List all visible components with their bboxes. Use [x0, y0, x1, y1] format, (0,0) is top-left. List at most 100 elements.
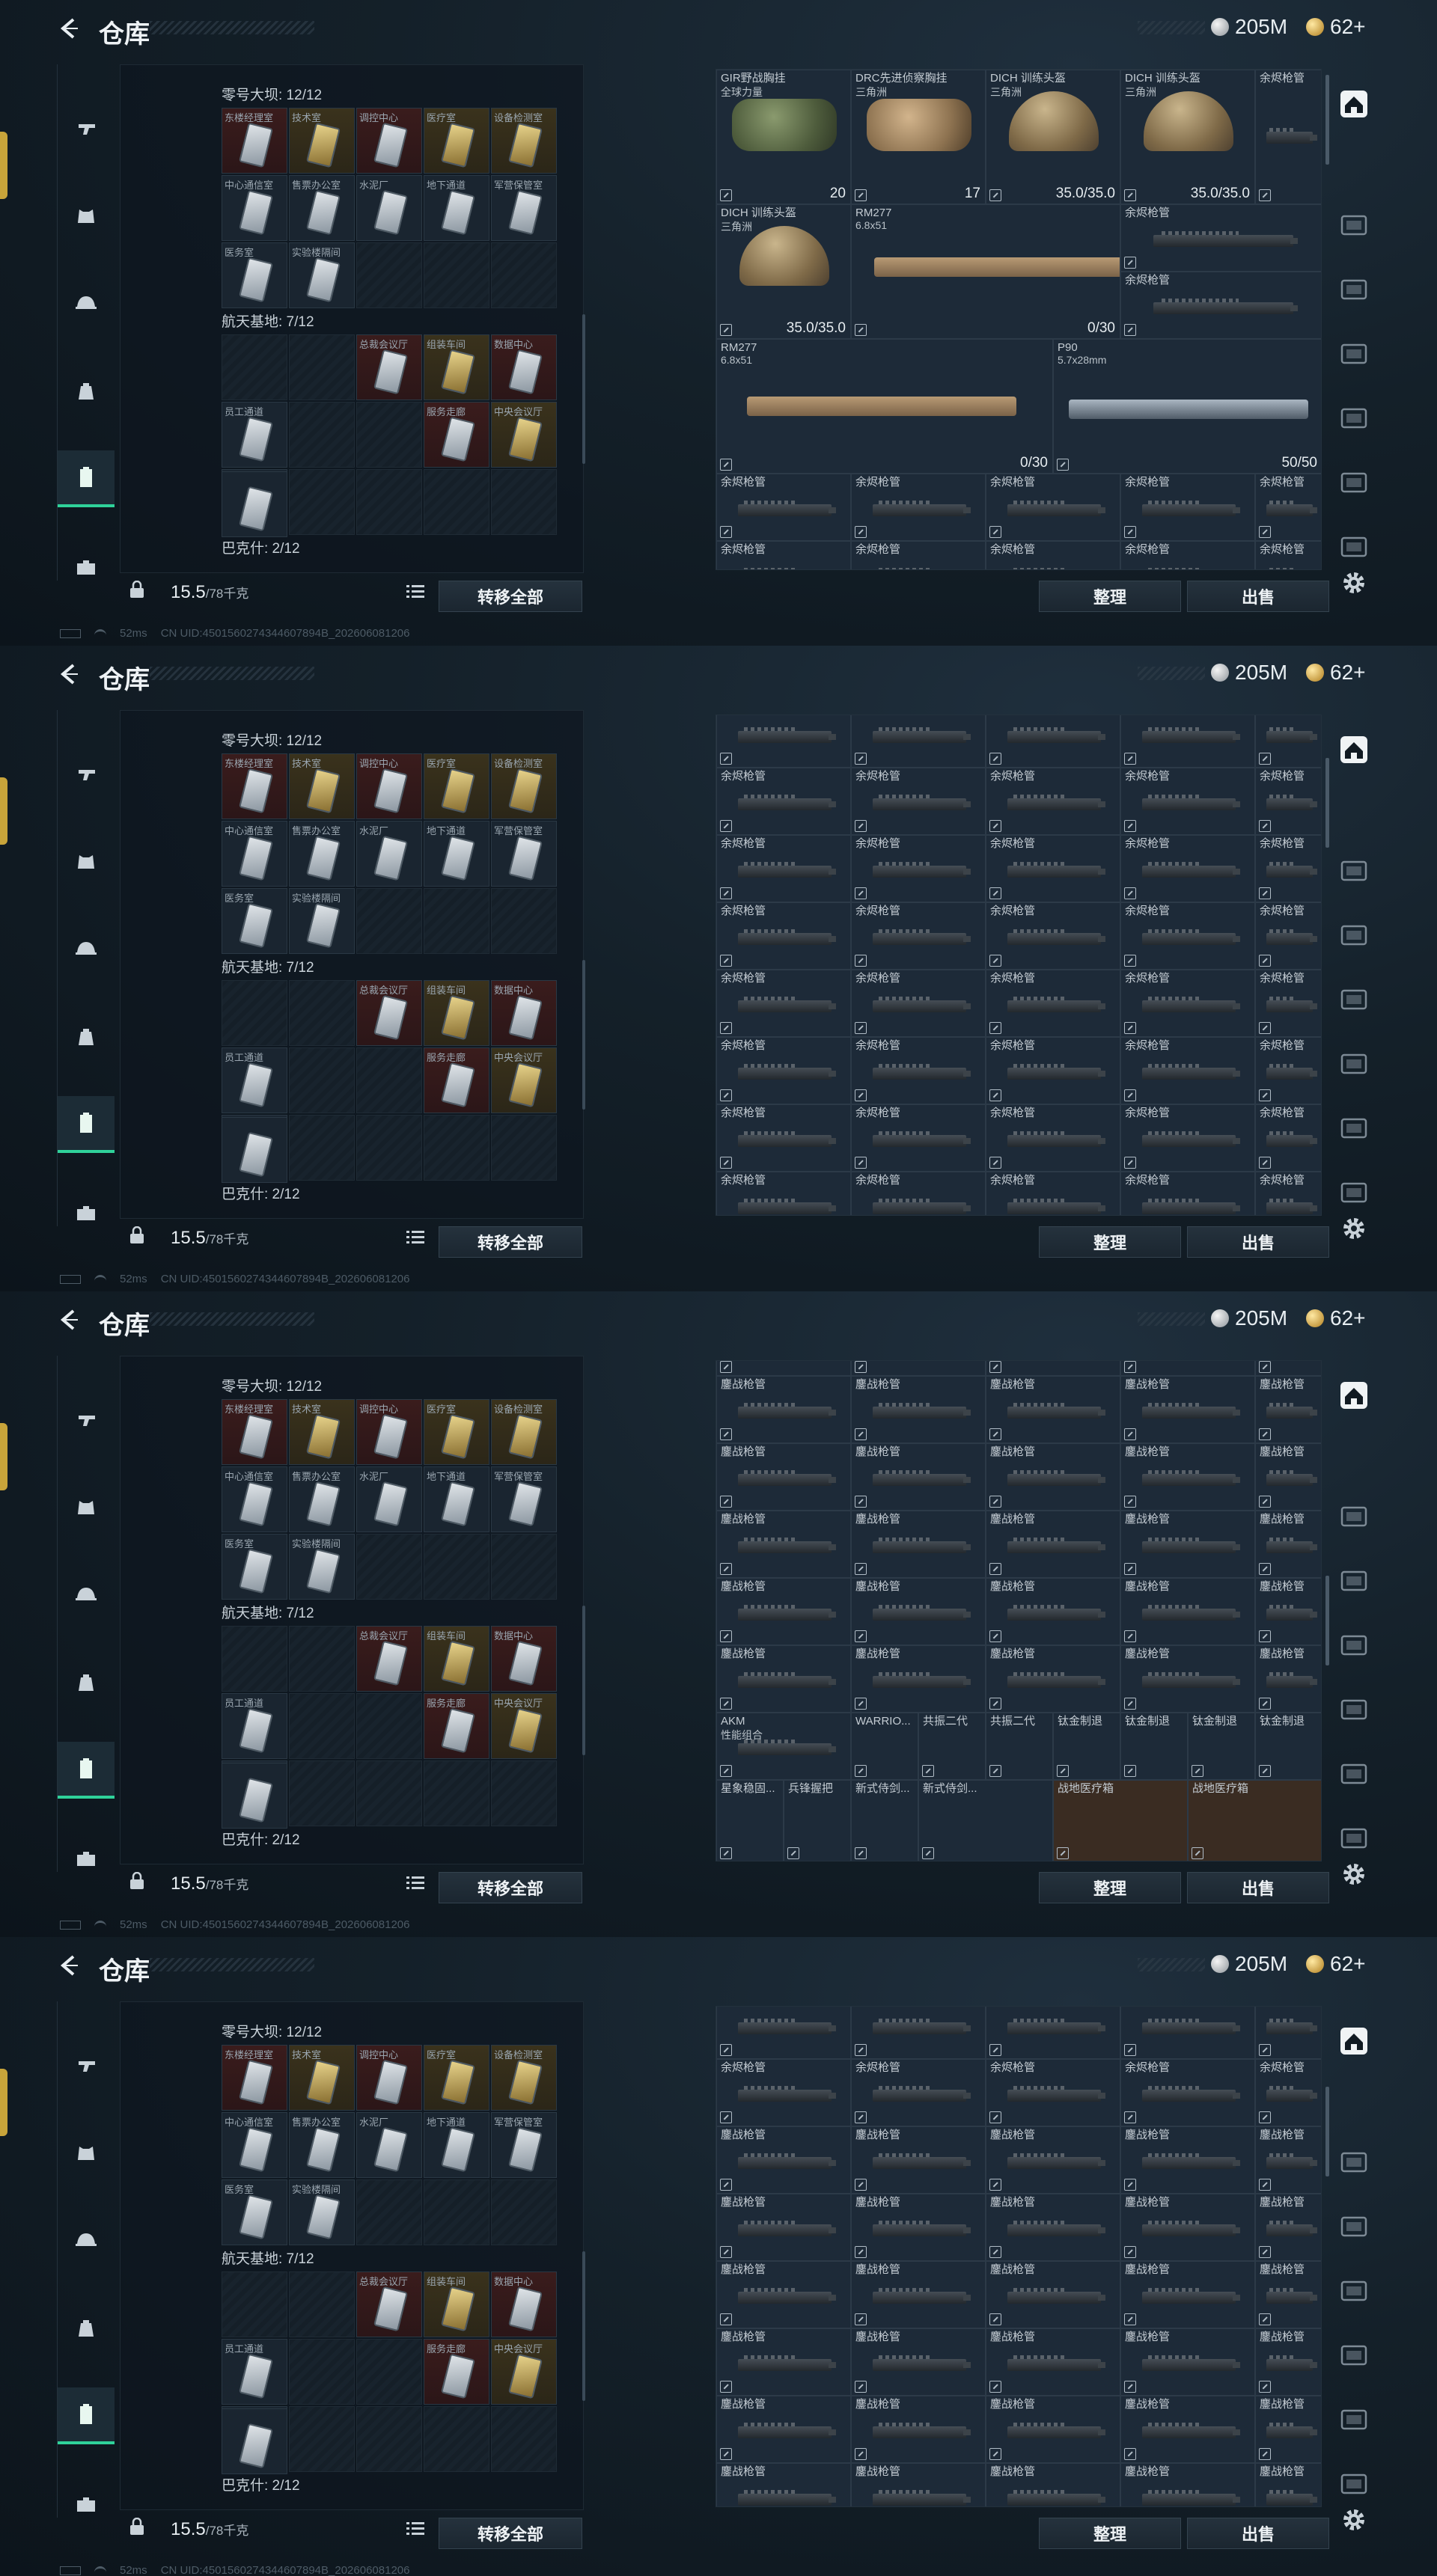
- transfer-all-button[interactable]: 转移全部: [439, 2518, 582, 2549]
- stash-item[interactable]: 鏖战枪管: [1255, 2328, 1321, 2396]
- sidebar-tab-clipboard[interactable]: [58, 2387, 115, 2444]
- stash-item[interactable]: 鏖战枪管: [986, 1511, 1120, 1578]
- stash-item[interactable]: 余烬枪管: [716, 835, 851, 902]
- stash-item[interactable]: 余烬枪管: [1120, 1104, 1255, 1172]
- stash-item[interactable]: 鏖战枪管: [851, 2194, 986, 2261]
- sidebar-tab-helmet[interactable]: [58, 275, 115, 332]
- stash-item[interactable]: 鏖战枪管: [851, 1511, 986, 1578]
- stash-item[interactable]: 余烬枪管: [851, 902, 986, 970]
- key-card-slot[interactable]: [222, 1117, 287, 1183]
- stash-item[interactable]: 余烬枪管: [1255, 1104, 1321, 1172]
- stash-item[interactable]: 鏖战枪管: [986, 2194, 1120, 2261]
- key-card-slot[interactable]: 实验楼隔间: [289, 1534, 355, 1600]
- stash-item[interactable]: WARRIO...: [851, 1713, 918, 1780]
- stash-item[interactable]: 鏖战枪管: [1120, 1645, 1255, 1713]
- stash-item[interactable]: 鏖战枪管: [851, 2126, 986, 2194]
- stash-item[interactable]: 余烬枪管: [851, 768, 986, 835]
- stash-item[interactable]: 余烬枪管: [716, 541, 851, 569]
- stash-item[interactable]: 鏖战枪管: [986, 1361, 1120, 1376]
- stash-item[interactable]: 鏖战枪管: [851, 1443, 986, 1511]
- stash-item[interactable]: 余烬枪管: [1255, 70, 1321, 204]
- transfer-all-button[interactable]: 转移全部: [439, 1226, 582, 1258]
- key-card-slot[interactable]: 设备检测室: [491, 2045, 557, 2111]
- key-card-slot[interactable]: 中心通信室: [222, 2112, 287, 2178]
- key-card-slot[interactable]: 技术室: [289, 2045, 355, 2111]
- storage-tab-3[interactable]: [1337, 2274, 1371, 2308]
- key-card-slot[interactable]: 售票办公室: [289, 175, 355, 241]
- key-card-slot[interactable]: 医务室: [222, 242, 287, 308]
- stash-item[interactable]: 余烬枪管: [851, 474, 986, 541]
- transfer-all-button[interactable]: 转移全部: [439, 1872, 582, 1903]
- storage-tab-1[interactable]: [1337, 1499, 1371, 1534]
- key-card-slot[interactable]: 数据中心: [491, 1626, 557, 1692]
- stash-item[interactable]: 余烬枪管: [1120, 541, 1255, 569]
- stash-item[interactable]: 余烬枪管: [1255, 1037, 1321, 1104]
- back-arrow-icon[interactable]: [57, 1308, 81, 1332]
- vault-home-tab[interactable]: [1337, 87, 1371, 121]
- stash-scrollbar[interactable]: [1325, 1576, 1329, 1665]
- storage-tab-1[interactable]: [1337, 208, 1371, 242]
- key-card-slot[interactable]: 服务走廊: [424, 2339, 489, 2405]
- stash-item[interactable]: 新式侍剑...: [918, 1780, 1053, 1861]
- sidebar-tab-pistol[interactable]: [58, 99, 115, 156]
- lock-icon[interactable]: [129, 1872, 145, 1890]
- stash-item[interactable]: 钛金制退: [1053, 1713, 1120, 1780]
- key-card-slot[interactable]: 军营保管室: [491, 821, 557, 887]
- stash-item[interactable]: 鏖战枪管: [1255, 1511, 1321, 1578]
- stash-item[interactable]: 鏖战枪管: [1120, 1361, 1255, 1376]
- key-card-slot[interactable]: 调控中心: [356, 108, 422, 174]
- key-card-slot[interactable]: 总裁会议厅: [356, 334, 422, 400]
- key-card-slot[interactable]: 员工通道: [222, 1047, 287, 1113]
- key-card-slot[interactable]: 组装车间: [424, 980, 489, 1046]
- key-card-slot[interactable]: 中心通信室: [222, 821, 287, 887]
- stash-item[interactable]: 余烬枪管: [1120, 715, 1255, 768]
- stash-item[interactable]: 余烬枪管: [986, 768, 1120, 835]
- stash-item[interactable]: 战地医疗箱: [1053, 1780, 1188, 1861]
- back-arrow-icon[interactable]: [57, 16, 81, 40]
- storage-tab-5[interactable]: [1337, 1757, 1371, 1791]
- stash-item[interactable]: 余烬枪管: [986, 474, 1120, 541]
- sort-button[interactable]: 整理: [1039, 1872, 1181, 1903]
- stash-item[interactable]: AKM 性能组合: [716, 1713, 851, 1780]
- key-card-slot[interactable]: 医疗室: [424, 1399, 489, 1465]
- stash-item[interactable]: 余烬枪管: [986, 902, 1120, 970]
- key-card-slot[interactable]: 医疗室: [424, 108, 489, 174]
- key-card-slot[interactable]: 中心通信室: [222, 1466, 287, 1532]
- key-card-slot[interactable]: 调控中心: [356, 2045, 422, 2111]
- stash-item[interactable]: 鏖战枪管: [986, 1645, 1120, 1713]
- stash-item[interactable]: 余烬枪管: [1120, 2007, 1255, 2059]
- sidebar-tab-helmet[interactable]: [58, 921, 115, 978]
- storage-tab-4[interactable]: [1337, 1692, 1371, 1727]
- stash-item[interactable]: 鏖战枪管: [986, 2328, 1120, 2396]
- stash-item[interactable]: 余烬枪管: [851, 970, 986, 1037]
- sidebar-tab-clipboard[interactable]: [58, 1742, 115, 1799]
- stash-item[interactable]: 鏖战枪管: [1255, 1645, 1321, 1713]
- stash-item[interactable]: 余烬枪管: [1120, 272, 1321, 339]
- storage-tab-4[interactable]: [1337, 401, 1371, 435]
- key-card-slot[interactable]: 数据中心: [491, 2271, 557, 2337]
- key-card-slot[interactable]: 东楼经理室: [222, 753, 287, 819]
- stash-item[interactable]: 余烬枪管: [986, 2007, 1120, 2059]
- sidebar-tab-pistol[interactable]: [58, 2036, 115, 2093]
- key-card-slot[interactable]: 东楼经理室: [222, 1399, 287, 1465]
- key-panel-scrollbar[interactable]: [582, 1606, 585, 1755]
- lock-icon[interactable]: [129, 2518, 145, 2536]
- stash-item[interactable]: 余烬枪管: [851, 715, 986, 768]
- stash-scrollbar[interactable]: [1325, 758, 1329, 848]
- stash-item[interactable]: 鏖战枪管: [1255, 2396, 1321, 2463]
- stash-item[interactable]: 鏖战枪管: [1120, 1376, 1255, 1443]
- stash-item[interactable]: 余烬枪管: [1255, 2007, 1321, 2059]
- stash-item[interactable]: 鏖战枪管: [716, 2261, 851, 2328]
- stash-item[interactable]: 余烬枪管: [1120, 768, 1255, 835]
- key-card-slot[interactable]: 中央会议厅: [491, 402, 557, 468]
- storage-tab-6[interactable]: [1337, 2467, 1371, 2501]
- sidebar-tab-pistol[interactable]: [58, 1390, 115, 1447]
- stash-item[interactable]: 鏖战枪管: [851, 1361, 986, 1376]
- key-card-slot[interactable]: 数据中心: [491, 980, 557, 1046]
- stash-item[interactable]: 鏖战枪管: [716, 1361, 851, 1376]
- stash-item[interactable]: 鏖战枪管: [851, 2463, 986, 2506]
- key-card-slot[interactable]: 设备检测室: [491, 108, 557, 174]
- storage-tab-1[interactable]: [1337, 854, 1371, 888]
- key-card-slot[interactable]: 中央会议厅: [491, 2339, 557, 2405]
- sidebar-tab-helmet[interactable]: [58, 1567, 115, 1624]
